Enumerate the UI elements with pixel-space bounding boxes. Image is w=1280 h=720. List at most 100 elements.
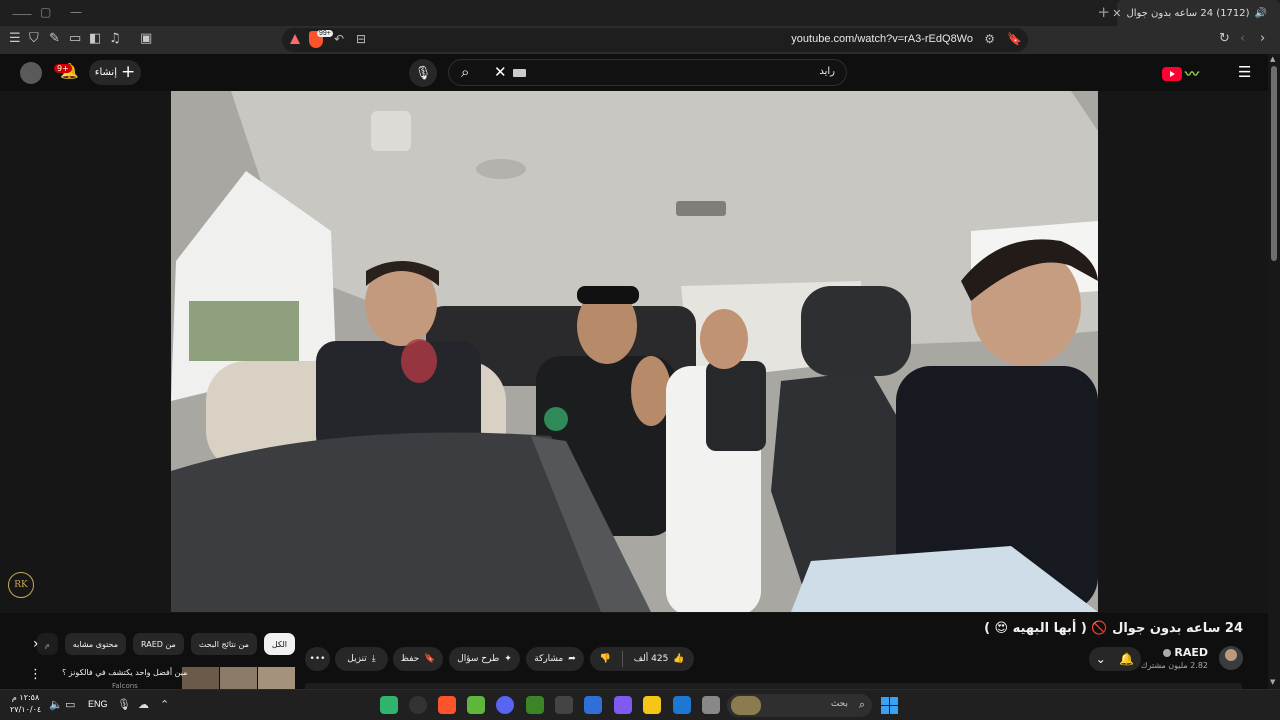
chip-from-channel[interactable]: من RAED [132,633,184,655]
tray-mic-icon[interactable]: 🎙 [117,698,131,711]
wallet-icon[interactable]: ▣ [140,31,152,46]
like-count[interactable]: 425 ألف [634,654,669,664]
verified-check-icon [1163,648,1172,657]
show-hidden-icons-icon[interactable]: ⌃ [160,698,169,711]
share-button[interactable]: ➦ مشاركة [526,647,584,671]
app-store-icon[interactable] [584,696,602,714]
forward-icon[interactable]: › [1260,31,1265,46]
tray-clock[interactable]: ١٢:٥٨ م ٢٧/١٠/٠٤ [10,692,41,716]
app-android-icon[interactable] [380,696,398,714]
sidebar-icon[interactable]: ◧ [89,31,101,46]
like-divider [621,651,623,667]
onedrive-icon[interactable]: ☁ [138,698,149,711]
player-area: RK [0,91,1268,613]
video-title: 24 ساعه بدون جوال 🚫 ( أبها البهيه 😍 ) [984,621,1243,636]
recommendation-thumbnail[interactable] [182,667,295,689]
search-icon[interactable]: ⌕ [461,63,469,81]
volume-icon[interactable]: 🔈 [49,698,63,711]
os-taskbar: ١٢:٥٨ م ٢٧/١٠/٠٤ 🔈 ▭ ENG 🎙 ☁ ⌃ بحث ⌕ [0,689,1280,720]
scroll-up-icon[interactable]: ▲ [1270,55,1275,63]
search-input[interactable]: رايد [819,66,835,77]
keyboard-icon[interactable] [513,69,526,77]
window-close-icon[interactable]: ⸺ [12,5,32,22]
download-button[interactable]: ⤓ تنزيل [335,647,388,671]
app-unity-icon[interactable] [555,696,573,714]
youtube-logo[interactable]: 〰 [1162,64,1199,84]
tab-close-icon[interactable]: ✕ [1112,7,1121,20]
subscriber-count: 2.82 مليون مشترك [1140,661,1208,670]
rewards-triangle-icon[interactable] [290,34,300,44]
search-highlight-image [731,696,761,715]
more-horizontal-icon: ••• [309,654,326,664]
site-settings-icon[interactable]: ⚙ [984,32,995,46]
youtube-doodle-icon: 〰 [1185,67,1199,83]
recommendation-menu-icon[interactable]: ⋮ [29,667,42,682]
app-task-view-icon[interactable] [702,696,720,714]
back-icon[interactable]: ‹ [1240,31,1245,46]
channel-avatar[interactable] [1219,646,1243,670]
clock-date: ٢٧/١٠/٠٤ [10,705,42,714]
app-brave-icon[interactable] [438,696,456,714]
save-button[interactable]: 🔖 حفظ [393,647,443,671]
extensions-icon[interactable]: ✎ [49,31,60,46]
window-titlebar: ⸺ ▢ — + 🔊 (1712) 24 ساعه بدون جوال ✕ [0,0,1280,26]
app-obs-icon[interactable] [409,696,427,714]
page-scrollbar[interactable]: ▲ ▼ [1268,54,1280,694]
app-copilot-icon[interactable] [614,696,632,714]
dislike-thumb-icon[interactable]: 👎 [599,654,610,664]
chip-related[interactable]: محتوى مشابه [64,633,126,655]
chevron-down-icon: ⌄ [1095,652,1106,666]
shield-icon[interactable]: ⛉ [29,31,39,46]
clock-time: ١٢:٥٨ م [11,693,40,702]
windows-start-icon[interactable] [881,697,898,714]
save-label: حفظ [400,654,420,664]
app-file-explorer-icon[interactable] [643,696,661,714]
input-language[interactable]: ENG [88,699,108,709]
like-thumb-icon[interactable]: 👍 [673,654,684,664]
chip-from-search[interactable]: من نتائج البحث [190,633,257,655]
app-minecraft-launcher-icon[interactable] [467,696,485,714]
video-player[interactable] [171,91,1098,612]
audio-playing-icon[interactable]: 🔊 [1255,8,1267,19]
account-avatar[interactable] [20,62,42,84]
chip-truncated[interactable]: م [36,633,58,655]
browser-tab-active[interactable]: 🔊 (1712) 24 ساعه بدون جوال ✕ [1112,0,1280,26]
search-box[interactable]: ⌕ ✕ رايد [448,59,847,86]
window-restore-icon[interactable]: ▢ [40,5,51,19]
channel-watermark-logo[interactable]: RK [8,572,34,598]
app-minecraft-icon[interactable] [526,696,544,714]
channel-name-row[interactable]: RAED [1163,646,1208,659]
music-icon[interactable]: ♫ [109,31,121,46]
like-dislike-group: 👍 425 ألف 👎 [590,647,694,671]
bookmark-icon[interactable]: 🔖 [1007,32,1022,46]
scrollbar-thumb[interactable] [1271,66,1277,261]
app-discord-icon[interactable] [496,696,514,714]
subscribed-button[interactable]: ⌄ 🔔 [1089,647,1141,671]
notification-count-badge: 9+ [54,64,72,73]
ask-label: طرح سؤال [457,654,500,664]
voice-search-button[interactable]: 🎙 [409,59,437,87]
scroll-down-icon[interactable]: ▼ [1270,678,1275,686]
reader-mode-icon[interactable]: ⊟ [356,32,366,46]
recommendation-title[interactable]: مين أفضل واحد يكتشف في فالكونز ؟ [62,668,187,677]
microphone-icon: 🎙 [414,65,432,81]
ask-button[interactable]: ✦ طرح سؤال [449,647,520,671]
address-bar[interactable]: 99+ ↶ ⊟ youtube.com/watch?v=rA3-rEdQ8Wo … [282,28,1028,52]
reload-page-icon[interactable]: ↶ [334,32,344,46]
menu-icon[interactable]: ☰ [9,31,21,46]
clear-search-icon[interactable]: ✕ [494,63,507,81]
network-icon[interactable]: ▭ [65,698,75,711]
sparkle-icon: ✦ [504,654,512,664]
channel-name[interactable]: RAED [1174,646,1208,659]
new-tab-button[interactable]: + [1097,3,1110,21]
more-actions-button[interactable]: ••• [305,647,330,671]
create-button[interactable]: + إنشاء [89,60,141,85]
taskbar-search[interactable]: بحث ⌕ [727,694,872,717]
tabs-icon[interactable]: ▭ [69,31,81,46]
url-text[interactable]: youtube.com/watch?v=rA3-rEdQ8Wo [791,33,973,45]
guide-menu-icon[interactable]: ☰ [1238,63,1251,81]
chip-all[interactable]: الكل [263,633,295,655]
refresh-icon[interactable]: ↻ [1219,31,1230,46]
window-minimize-icon[interactable]: — [70,5,82,19]
app-outlook-icon[interactable] [673,696,691,714]
